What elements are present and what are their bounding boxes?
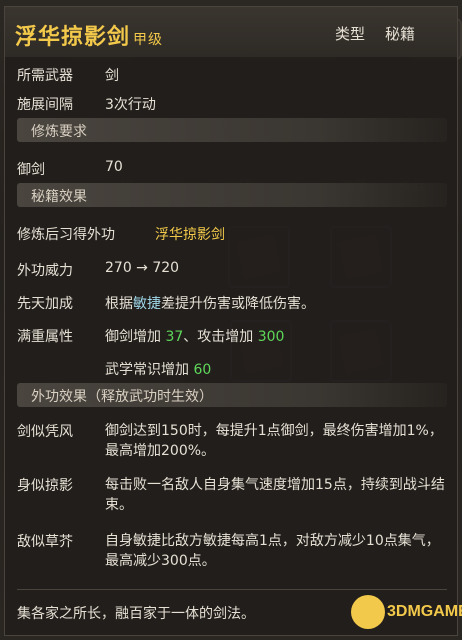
full-line-1: 御剑增加 37、攻击增加 300 <box>105 326 284 346</box>
full-line-2: 武学常识增加 60 <box>105 359 211 379</box>
full-label: 满重属性 <box>17 329 73 345</box>
full-line1-d: 300 <box>257 329 285 345</box>
learn-label: 修炼后习得外功 <box>17 227 115 243</box>
req-skill-value: 70 <box>105 159 123 175</box>
requirements-section-header: 修炼要求 <box>17 118 447 142</box>
weapon-label: 所需武器 <box>17 68 73 84</box>
skill-effects-section-header: 外功效果（释放武功时生效） <box>17 383 447 407</box>
item-title: 浮华掠影剑 甲级 <box>15 19 163 51</box>
item-tooltip: 浮华掠影剑 甲级 类型 秘籍 所需武器 剑 施展间隔 3次行动 修炼要求 御剑 7… <box>4 6 462 636</box>
requirements-title: 修炼要求 <box>31 124 87 140</box>
full-line1-c: 、攻击增加 <box>183 329 254 345</box>
skill-effect-3-desc: 自身敏捷比敌方敏捷每高1点，对敌方减少10点集气，最高减少300点。 <box>105 533 440 569</box>
full-line2-a: 武学常识增加 <box>105 362 189 378</box>
innate-prefix: 根据 <box>105 296 133 312</box>
power-value: 270 → 720 <box>105 260 180 276</box>
watermark-text: 3DMGAME <box>387 603 462 620</box>
skill-effects-title: 外功效果（释放武功时生效） <box>31 389 213 405</box>
skill-effect-2-name: 身似掠影 <box>17 478 73 494</box>
req-skill-label: 御剑 <box>17 162 45 178</box>
skill-effect-2-desc: 每击败一名敌人自身集气速度增加15点，持续到战斗结束。 <box>105 477 445 513</box>
watermark-icon <box>351 595 385 629</box>
effects-section-header: 秘籍效果 <box>17 183 447 207</box>
full-line2-b: 60 <box>193 362 212 378</box>
full-line1-b: 37 <box>165 329 184 345</box>
skill-effect-1-name: 剑似凭风 <box>17 424 73 440</box>
type-value: 秘籍 <box>385 25 416 43</box>
innate-attr: 敏捷 <box>133 296 161 312</box>
interval-value: 3次行动 <box>105 97 156 113</box>
flavor-text: 集各家之所长，融百家于一体的剑法。 <box>17 606 255 622</box>
innate-label: 先天加成 <box>17 296 73 312</box>
watermark-logo: 3DMGAME <box>351 593 462 631</box>
effects-title: 秘籍效果 <box>31 189 87 205</box>
tooltip-header: 浮华掠影剑 甲级 类型 秘籍 <box>5 7 457 57</box>
item-grade: 甲级 <box>133 32 164 48</box>
innate-suffix: 差提升伤害或降低伤害。 <box>161 296 315 312</box>
weapon-value: 剑 <box>105 68 119 84</box>
power-label: 外功威力 <box>17 263 73 279</box>
learn-value: 浮华掠影剑 <box>155 227 225 243</box>
item-name: 浮华掠影剑 <box>15 25 131 50</box>
footer-divider <box>17 589 447 590</box>
interval-label: 施展间隔 <box>17 97 73 113</box>
innate-value: 根据敏捷差提升伤害或降低伤害。 <box>105 293 315 313</box>
type-label: 类型 <box>335 25 366 43</box>
full-line1-a: 御剑增加 <box>105 329 161 345</box>
skill-effect-3-name: 敌似草芥 <box>17 534 73 550</box>
skill-effect-1-desc: 御剑达到150时，每提升1点御剑，最终伤害增加1%，最高增加200%。 <box>105 423 443 459</box>
